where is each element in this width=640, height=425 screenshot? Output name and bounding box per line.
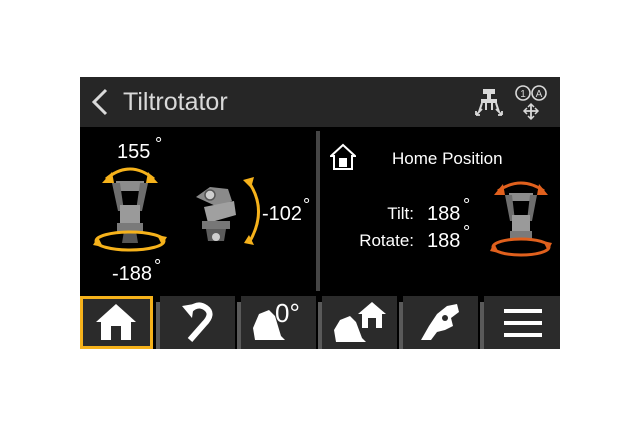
degree-symbol: ° <box>154 256 162 276</box>
bucket-zero-label: 0° <box>275 298 300 328</box>
menu-button[interactable] <box>484 296 560 349</box>
degree-symbol: ° <box>463 195 471 215</box>
rotate-label: Rotate: <box>359 231 414 250</box>
panel-divider <box>316 131 320 291</box>
bucket-home-icon <box>334 302 386 342</box>
menu-icon <box>504 309 542 337</box>
tiltrotator-home-icon <box>490 181 552 257</box>
chevron-left-icon[interactable] <box>86 87 114 117</box>
tilt-top-value: 155 <box>117 141 151 163</box>
home-icon <box>330 143 356 170</box>
degree-symbol: ° <box>155 134 163 154</box>
undo-icon <box>182 302 213 342</box>
home-position-label: Home Position <box>392 149 503 168</box>
tiltrotator-calibrate-icon[interactable] <box>473 86 505 118</box>
home-button[interactable] <box>80 296 153 349</box>
bucket-home-button[interactable] <box>322 296 397 349</box>
axis-label-1: 1 <box>520 89 526 100</box>
axis-label-a: A <box>536 89 543 100</box>
tool-button[interactable] <box>403 296 478 349</box>
tilt-label: Tilt: <box>387 204 414 223</box>
tiltrotator-front-icon <box>93 167 167 252</box>
rotate-value: 188 <box>427 230 461 252</box>
undo-button[interactable] <box>160 296 235 349</box>
tiltrotator-screen: Tiltrotator 1 A 155 ° -188 ° -102 ° Home… <box>80 77 560 349</box>
tool-icon <box>421 304 459 340</box>
axis-selection-icon[interactable]: 1 A <box>512 83 552 121</box>
header-bar: Tiltrotator 1 A <box>80 77 560 127</box>
home-icon <box>96 304 136 340</box>
page-title: Tiltrotator <box>123 88 228 116</box>
tilt-value: 188 <box>427 203 461 225</box>
bottom-toolbar: 0° <box>80 296 560 349</box>
rotate-value: -188 <box>112 263 153 285</box>
tilt-side-value: -102 <box>262 203 303 225</box>
degree-symbol: ° <box>303 195 311 215</box>
bucket-zero-button[interactable]: 0° <box>241 296 316 349</box>
degree-symbol: ° <box>463 222 471 242</box>
